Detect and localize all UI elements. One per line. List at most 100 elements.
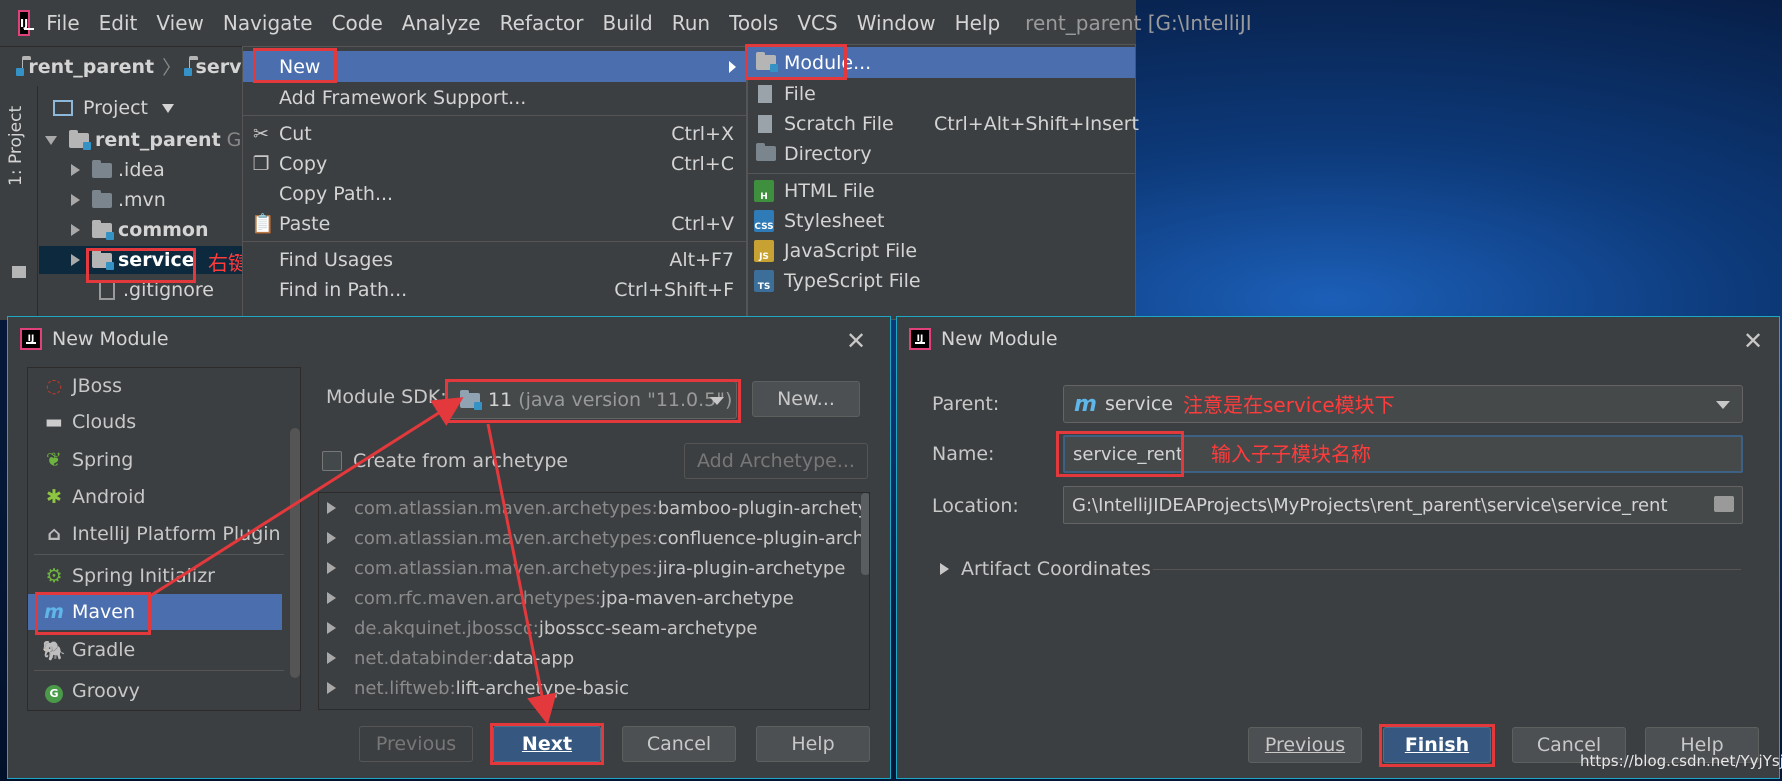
list-item-gradle[interactable]: 🐘 Gradle [28, 632, 278, 668]
menu-item-label: JavaScript File [784, 239, 918, 262]
tree-item-mvn[interactable]: .mvn [71, 186, 166, 214]
ts-file-icon: TS [754, 269, 774, 292]
menu-refactor[interactable]: Refactor [500, 11, 584, 35]
list-item[interactable]: com.atlassian.maven.archetypes: bamboo-pl… [319, 493, 869, 523]
module-folder-icon [92, 219, 114, 240]
menu-build[interactable]: Build [603, 11, 653, 35]
name-label: Name: [932, 443, 995, 465]
sdk-dropdown[interactable]: 11 (java version "11.0.5") [447, 381, 737, 419]
list-scrollbar[interactable] [290, 428, 300, 678]
menu-tools[interactable]: Tools [729, 11, 778, 35]
list-item-android[interactable]: ✱ Android [28, 479, 278, 515]
menu-item-new[interactable]: New [243, 51, 746, 82]
breadcrumb-item-rent-parent[interactable]: rent_parent [28, 56, 154, 78]
parent-dropdown[interactable]: m service [1063, 385, 1743, 423]
list-item[interactable]: com.rfc.maven.archetypes: jpa-maven-arche… [319, 583, 794, 613]
menu-item-find-usages[interactable]: Find Usages Alt+F7 [243, 244, 746, 275]
menu-shortcut: Ctrl+V [671, 212, 734, 235]
menu-item-copy[interactable]: ❐ Copy Ctrl+C [243, 148, 746, 179]
artifact-label: Artifact Coordinates [961, 558, 1151, 580]
list-item-spring[interactable]: ❦ Spring [28, 442, 278, 478]
list-item-groovy[interactable]: G Groovy [28, 673, 278, 709]
submenu-item-directory[interactable]: Directory [748, 138, 1135, 169]
menu-window[interactable]: Window [857, 11, 936, 35]
sdk-version: (java version "11.0.5") [518, 389, 733, 411]
chevron-down-icon [710, 397, 724, 405]
tree-item-gitignore[interactable]: .gitignore [99, 276, 214, 304]
list-item-clouds[interactable]: ▬ Clouds [28, 404, 278, 440]
menu-file[interactable]: File [46, 11, 79, 35]
previous-button[interactable]: Previous [1248, 727, 1362, 763]
list-separator [34, 670, 284, 671]
tree-label: rent_parent [95, 129, 221, 151]
tree-label: service [118, 249, 195, 271]
scratch-file-icon [758, 114, 772, 133]
help-button[interactable]: Help [756, 726, 870, 762]
list-item[interactable]: net.databinder: data-app [319, 643, 574, 673]
jdk-folder-icon [460, 389, 482, 410]
copy-icon: ❐ [252, 152, 270, 175]
browse-folder-icon[interactable] [1714, 496, 1734, 512]
spring-leaf-icon: ❦ [46, 449, 62, 471]
submenu-item-javascript-file[interactable]: JS JavaScript File [748, 235, 1135, 266]
menu-item-add-framework[interactable]: Add Framework Support... [243, 82, 746, 113]
new-sdk-button[interactable]: New... [752, 381, 860, 417]
submenu-item-html-file[interactable]: H HTML File [748, 175, 1135, 206]
menu-item-paste[interactable]: 📋 Paste Ctrl+V [243, 208, 746, 239]
tree-item-rent-parent[interactable]: rent_parent G:\ [45, 126, 254, 154]
list-item[interactable]: net.liftweb: lift-archetype-basic [319, 673, 629, 703]
list-item-maven[interactable]: m Maven [28, 594, 282, 630]
menu-item-cut[interactable]: ✂ Cut Ctrl+X [243, 118, 746, 149]
location-value: G:\IntelliJIDEAProjects\MyProjects\rent_… [1072, 494, 1668, 516]
menu-navigate[interactable]: Navigate [223, 11, 313, 35]
menu-view[interactable]: View [156, 11, 203, 35]
menu-item-label: Stylesheet [784, 209, 885, 232]
list-item-spring-initializr[interactable]: ⚙ Spring Initializr [28, 558, 278, 594]
list-item-intellij-plugin[interactable]: ⌂ IntelliJ Platform Plugin [28, 516, 300, 552]
submenu-item-stylesheet[interactable]: CSS Stylesheet [748, 205, 1135, 236]
menu-code[interactable]: Code [332, 11, 383, 35]
list-item[interactable]: com.atlassian.maven.archetypes: confluenc… [319, 523, 869, 553]
context-menu: New Add Framework Support... ✂ Cut Ctrl+… [242, 46, 747, 320]
submenu-item-typescript-file[interactable]: TS TypeScript File [748, 265, 1135, 296]
breadcrumb-item-service[interactable]: servi [196, 56, 248, 78]
list-item[interactable]: com.atlassian.maven.archetypes: jira-plug… [319, 553, 845, 583]
menu-edit[interactable]: Edit [99, 11, 138, 35]
tree-item-common[interactable]: common [71, 216, 209, 244]
submenu-item-module[interactable]: Module... [748, 47, 1135, 78]
close-icon[interactable]: ✕ [846, 329, 866, 353]
folder-icon [756, 143, 776, 161]
previous-button[interactable]: Previous [359, 726, 473, 762]
menu-item-copy-path[interactable]: Copy Path... [243, 178, 746, 209]
submenu-item-file[interactable]: File [748, 78, 1135, 109]
archetype-checkbox[interactable] [322, 451, 342, 471]
submenu-item-scratch-file[interactable]: Scratch File Ctrl+Alt+Shift+Insert [748, 108, 1139, 139]
expand-arrow-icon [45, 135, 57, 145]
finish-button[interactable]: Finish [1383, 727, 1491, 763]
add-archetype-button[interactable]: Add Archetype... [684, 443, 868, 479]
next-button[interactable]: Next [493, 726, 601, 762]
tree-label: .mvn [118, 189, 166, 211]
artifact-coordinates-toggle[interactable]: Artifact Coordinates [940, 558, 1151, 580]
project-tab-icon [12, 266, 26, 278]
tree-item-idea[interactable]: .idea [71, 156, 165, 184]
cancel-button[interactable]: Cancel [622, 726, 736, 762]
menu-analyze[interactable]: Analyze [402, 11, 481, 35]
project-view-selector[interactable]: Project [53, 94, 186, 122]
close-icon[interactable]: ✕ [1743, 329, 1763, 353]
menu-help[interactable]: Help [955, 11, 1001, 35]
menu-shortcut: Ctrl+C [671, 152, 734, 175]
list-item[interactable]: de.akquinet.jbosscc: jbosscc-seam-archety… [319, 613, 757, 643]
location-input[interactable]: G:\IntelliJIDEAProjects\MyProjects\rent_… [1063, 486, 1743, 524]
menu-run[interactable]: Run [672, 11, 710, 35]
expand-arrow-icon [327, 562, 336, 574]
menu-separator [243, 241, 746, 242]
name-input[interactable]: service_rent [1063, 435, 1743, 473]
menu-item-label: HTML File [784, 179, 875, 202]
menu-vcs[interactable]: VCS [797, 11, 837, 35]
scissors-icon: ✂ [253, 122, 269, 145]
list-item-jboss[interactable]: ◌ JBoss [28, 368, 278, 404]
project-tool-tab[interactable]: 1: Project [0, 86, 38, 320]
list-scrollbar[interactable] [861, 493, 869, 575]
menu-item-find-in-path[interactable]: Find in Path... Ctrl+Shift+F [243, 274, 746, 305]
